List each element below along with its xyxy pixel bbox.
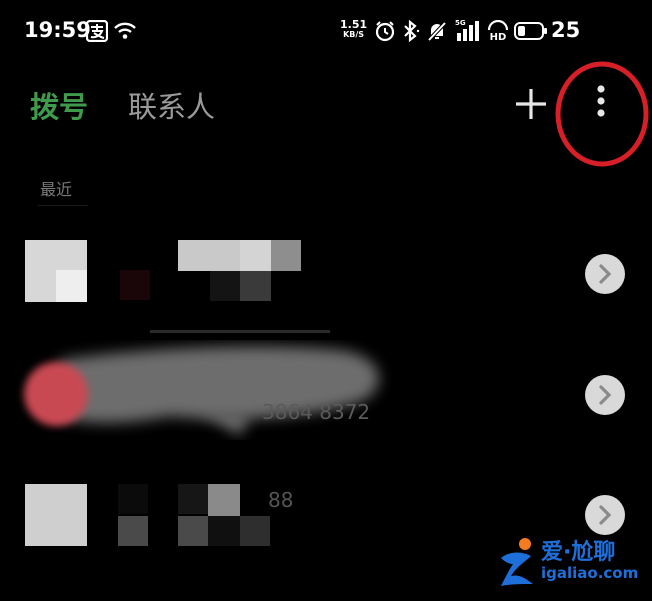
status-time: 19:59 [24, 18, 91, 42]
pixel-block [208, 516, 240, 546]
battery-percent: 25 [551, 18, 581, 42]
chevron-right-icon[interactable] [585, 495, 625, 535]
blur-overlay [24, 346, 379, 436]
battery-icon [514, 22, 547, 40]
avatar-pixel [56, 270, 87, 302]
phone-number-partial: 88 [268, 488, 294, 512]
speed-value: 1.51 [340, 18, 368, 31]
runner-logo-icon [501, 538, 533, 586]
watermark-title: 爱·尬聊 [541, 540, 616, 565]
section-recent-label: 最近 [40, 180, 73, 199]
pixel-block [178, 516, 208, 546]
bluetooth-icon [404, 19, 420, 43]
pixel-block [208, 484, 240, 516]
pixel-block [178, 240, 240, 271]
pixel-block [240, 240, 271, 271]
svg-text:HD: HD [490, 32, 507, 42]
alarm-icon [375, 21, 395, 42]
pixel-block [240, 271, 271, 301]
speed-unit: KB/S [343, 30, 365, 39]
chevron-right-icon[interactable] [585, 254, 625, 294]
pixel-block [118, 484, 148, 514]
pixel-block [240, 516, 270, 546]
section-divider [38, 205, 88, 206]
tab-contacts[interactable]: 联系人 [128, 84, 215, 126]
signal-icon [457, 21, 479, 41]
pixel-block [271, 240, 301, 271]
plus-icon[interactable] [514, 87, 548, 121]
pixel-block [178, 484, 208, 514]
network-speed: 1.51 KB/S [340, 18, 368, 40]
phone-number-partial: 3864 8372 [262, 400, 371, 424]
menu-highlight-circle [555, 61, 649, 167]
watermark-url: igaliao.com [541, 564, 639, 582]
alipay-icon [86, 20, 108, 42]
tab-dial[interactable]: 拨号 [30, 84, 88, 126]
pixel-block [118, 516, 148, 546]
list-item[interactable] [0, 226, 652, 333]
pixel-block [120, 270, 150, 300]
chevron-right-icon[interactable] [585, 375, 625, 415]
mute-icon [427, 21, 447, 42]
divider-line [150, 330, 330, 333]
list-item[interactable]: 3864 8372 [0, 340, 652, 450]
pixel-block [210, 271, 240, 301]
wifi-icon [114, 22, 136, 39]
hd-icon: HD [487, 20, 509, 42]
avatar [25, 484, 87, 546]
